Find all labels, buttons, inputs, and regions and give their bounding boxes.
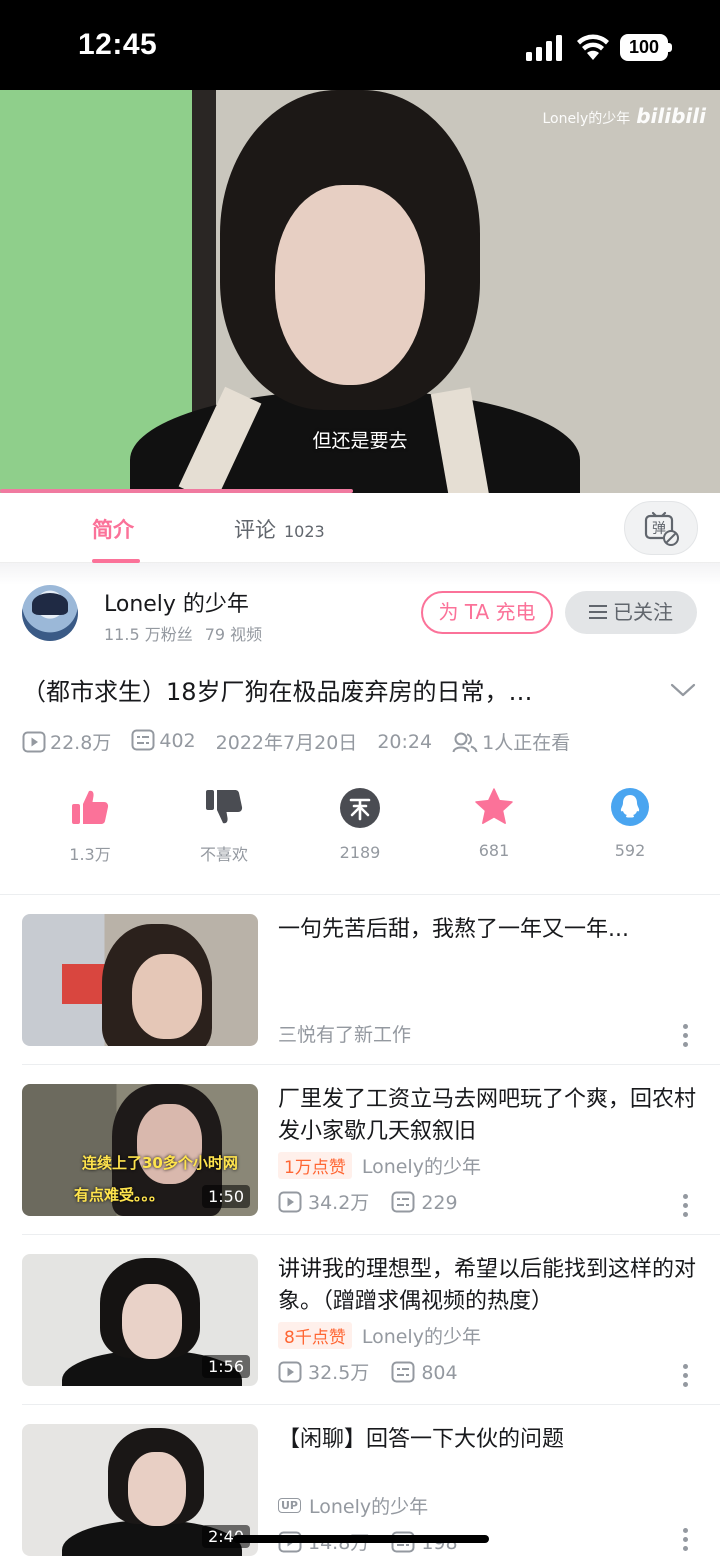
uploader-video-count: 79 视频 (204, 625, 263, 644)
danmaku-toggle-button[interactable]: 弹 (624, 501, 698, 555)
likes-tag: 8千点赞 (278, 1322, 352, 1349)
dislike-button[interactable]: 不喜欢 (174, 787, 274, 865)
qq-share-icon (611, 788, 649, 826)
more-options-icon[interactable] (683, 1528, 689, 1552)
more-options-icon[interactable] (683, 1024, 689, 1048)
likes-tag: 1万点赞 (278, 1152, 352, 1179)
related-video-item[interactable]: 1:56 讲讲我的理想型，希望以后能找到这样的对象。（蹭蹭求偶视频的热度） 8千… (0, 1254, 720, 1424)
related-video-title: 【闲聊】回答一下大伙的问题 (278, 1427, 565, 1452)
related-video-author: Lonely的少年 (309, 1496, 429, 1518)
thumbnail-caption: 连续上了30多个小时网 (82, 1154, 238, 1172)
detail-tabs: 简介 评论 1023 弹 (0, 493, 720, 563)
status-bar: 12:45 100 (0, 0, 720, 90)
danmaku-count: 402 (159, 730, 196, 753)
publish-date: 2022年7月20日 (215, 732, 358, 754)
favorite-count: 681 (478, 841, 510, 860)
related-video-author: Lonely的少年 (361, 1156, 481, 1178)
menu-icon (589, 604, 607, 619)
star-icon (475, 788, 513, 824)
related-video-thumbnail[interactable]: 1:56 (22, 1254, 258, 1386)
status-time: 12:45 (78, 28, 158, 61)
danmaku-count-icon (391, 1361, 415, 1382)
play-count-icon (278, 1191, 302, 1212)
related-video-title: 一句先苦后甜，我熬了一年又一年... (278, 917, 629, 942)
thumbs-down-icon (206, 790, 243, 824)
tab-comments[interactable]: 评论 1023 (234, 514, 325, 544)
view-count: 22.8万 (50, 732, 112, 754)
watching-people-icon (452, 732, 478, 752)
comment-count: 1023 (284, 522, 325, 541)
related-video-thumbnail[interactable]: 2:40 (22, 1424, 258, 1556)
battery-icon: 100 (620, 34, 672, 61)
danmaku-count-icon (391, 1191, 415, 1212)
wifi-icon (577, 34, 609, 60)
thumbnail-caption: 有点难受。。。 (74, 1186, 165, 1204)
chevron-down-icon[interactable] (670, 680, 696, 700)
danmaku-count-icon (131, 729, 155, 751)
related-video-title: 讲讲我的理想型，希望以后能找到这样的对象。（蹭蹭求偶视频的热度） (278, 1257, 697, 1314)
like-count: 1.3万 (69, 845, 111, 864)
play-count-icon (22, 731, 46, 752)
related-video-item[interactable]: 连续上了30多个小时网 有点难受。。。 1:50 厂里发了工资立马去网吧玩了个爽… (0, 1084, 720, 1254)
video-stats: 22.8万 402 2022年7月20日 20:24 1人正在看 (22, 728, 584, 755)
charge-button[interactable]: 为 TA 充电 (421, 591, 553, 634)
coin-icon (340, 788, 380, 828)
share-button[interactable]: 592 (580, 787, 680, 860)
divider (0, 894, 720, 895)
battery-level: 100 (620, 34, 668, 61)
video-duration: 1:50 (202, 1185, 250, 1208)
uploader-fans: 11.5 万粉丝 (104, 625, 193, 644)
up-badge: UP (278, 1498, 301, 1513)
more-options-icon[interactable] (683, 1194, 689, 1218)
related-video-author: Lonely的少年 (361, 1326, 481, 1348)
more-options-icon[interactable] (683, 1364, 689, 1388)
coin-button[interactable]: 2189 (310, 787, 410, 862)
cellular-signal-icon (526, 35, 562, 61)
related-video-item[interactable]: 一句先苦后甜，我熬了一年又一年... 三悦有了新工作 (0, 914, 720, 1084)
video-player[interactable]: Lonely的少年 bilibili 但还是要去 (0, 90, 720, 493)
follow-button[interactable]: 已关注 (565, 591, 697, 634)
coin-count: 2189 (339, 843, 381, 862)
thumbs-up-icon (72, 790, 109, 824)
uploader-avatar[interactable] (22, 585, 78, 641)
home-indicator[interactable] (233, 1535, 489, 1543)
uploader-meta: 11.5 万粉丝 79 视频 (104, 621, 262, 645)
publish-time: 20:24 (377, 730, 433, 753)
related-video-subtitle: 三悦有了新工作 (278, 1024, 412, 1046)
watching-count: 1人正在看 (482, 732, 571, 754)
play-count-icon (278, 1361, 302, 1382)
related-video-thumbnail[interactable] (22, 914, 258, 1046)
related-video-stats: 34.2万 229 (278, 1188, 458, 1215)
dislike-label: 不喜欢 (199, 845, 248, 864)
favorite-button[interactable]: 681 (444, 787, 544, 860)
video-watermark: Lonely的少年 bilibili (542, 104, 706, 128)
related-video-thumbnail[interactable]: 连续上了30多个小时网 有点难受。。。 1:50 (22, 1084, 258, 1216)
danmaku-off-icon: 弹 (644, 511, 679, 546)
like-button[interactable]: 1.3万 (40, 787, 140, 865)
related-video-stats: 32.5万 804 (278, 1358, 458, 1385)
uploader-name[interactable]: Lonely 的少年 (104, 586, 249, 618)
video-title[interactable]: （都市求生）18岁厂狗在极品废弃房的日常，… (22, 672, 642, 707)
tab-intro[interactable]: 简介 (92, 514, 134, 544)
video-duration: 1:56 (202, 1355, 250, 1378)
video-subtitle: 但还是要去 (312, 430, 408, 452)
share-count: 592 (614, 841, 646, 860)
related-video-title: 厂里发了工资立马去网吧玩了个爽，回农村发小家歇几天叙叙旧 (278, 1087, 697, 1144)
